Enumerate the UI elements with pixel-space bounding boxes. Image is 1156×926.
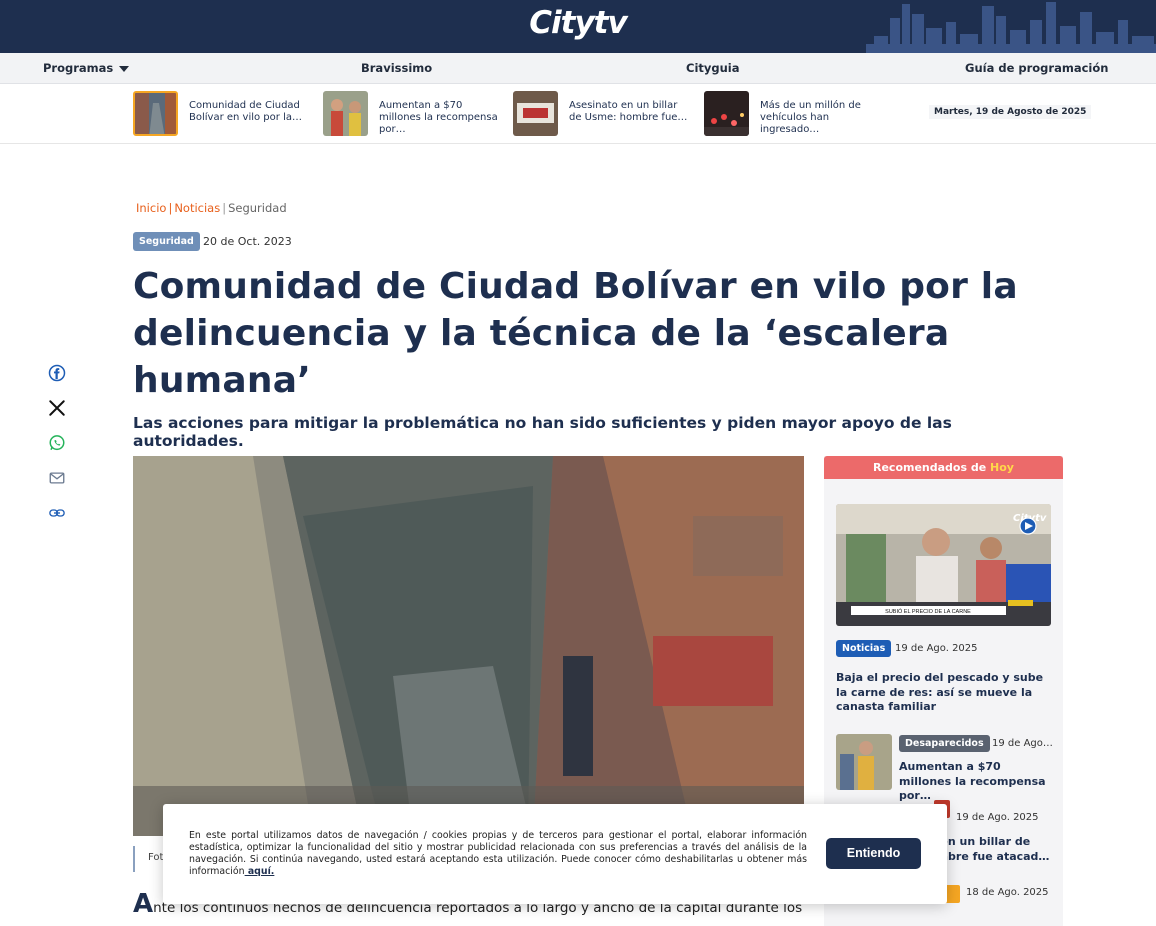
ticker-thumbnail — [704, 91, 749, 136]
image-caption: Fot — [148, 852, 164, 863]
drop-cap: A — [133, 889, 154, 919]
sidebar-header: Recomendados de Hoy — [824, 456, 1063, 479]
category-badge[interactable]: Seguridad — [133, 232, 200, 251]
main-nav: Programas Bravissimo Cityguia Guía de pr… — [0, 53, 1156, 84]
cookie-message: En este portal utilizamos datos de naveg… — [189, 830, 807, 877]
x-icon — [49, 400, 65, 416]
article-hero-image — [133, 456, 804, 836]
site-header: Citytv — [0, 0, 1156, 53]
sidebar-item-title[interactable]: o en un billar de ombre fue atacad… — [929, 835, 1059, 864]
sidebar-main-badge[interactable]: Noticias — [836, 640, 892, 657]
breadcrumb: Inicio | Noticias | Seguridad — [136, 201, 287, 215]
sidebar-header-highlight: Hoy — [990, 461, 1014, 474]
ticker-thumbnail — [133, 91, 178, 136]
current-date: Martes, 19 de Agosto de 2025 — [929, 105, 1092, 119]
ticker-headline: Aumentan a $70 millones la recompensa po… — [379, 100, 498, 135]
sidebar-main-image[interactable]: SUBIÓ EL PRECIO DE LA CARNE Citytv — [836, 504, 1051, 626]
ticker-thumbnail — [513, 91, 558, 136]
article-title: Comunidad de Ciudad Bolívar en vilo por … — [133, 266, 1018, 401]
sidebar-item-badge[interactable]: Desaparecidos — [899, 735, 990, 752]
cookie-banner: En este portal utilizamos datos de naveg… — [163, 804, 947, 904]
share-x[interactable] — [46, 397, 68, 419]
skyline-illustration — [866, 2, 1156, 53]
nav-programas-label: Programas — [43, 61, 114, 75]
nav-guia-programacion[interactable]: Guía de programación — [965, 61, 1108, 75]
cookie-text: En este portal utilizamos datos de naveg… — [189, 830, 807, 878]
chevron-down-icon — [119, 65, 130, 72]
sidebar-item-date: 18 de Ago. 2025 — [966, 887, 1049, 898]
facebook-icon — [48, 364, 66, 382]
breadcrumb-inicio[interactable]: Inicio — [136, 201, 166, 215]
sidebar-item-date: 19 de Ago. 2025 — [956, 812, 1039, 823]
sidebar-item-title[interactable]: Aumentan a $70 millones la recompensa po… — [899, 760, 1054, 804]
accept-cookies-button[interactable]: Entiendo — [826, 838, 921, 869]
share-facebook[interactable] — [46, 362, 68, 384]
article-subtitle: Las acciones para mitigar la problemátic… — [133, 414, 952, 450]
mail-icon — [49, 472, 65, 484]
link-icon — [49, 509, 65, 517]
share-mail[interactable] — [46, 467, 68, 489]
share-link[interactable] — [46, 502, 68, 524]
sidebar-main-date: 19 de Ago. 2025 — [895, 643, 978, 654]
ticker-thumbnail — [323, 91, 368, 136]
share-whatsapp[interactable] — [46, 432, 68, 454]
ticker-headline: Asesinato en un billar de Usme: hombre f… — [569, 100, 688, 123]
news-ticker: Comunidad de Ciudad Bolívar en vilo por … — [0, 84, 1156, 144]
breadcrumb-seguridad: Seguridad — [228, 201, 287, 215]
whatsapp-icon — [49, 435, 65, 451]
sidebar-item-thumb[interactable] — [836, 734, 892, 790]
nav-programas[interactable]: Programas — [43, 61, 130, 75]
article-date: 20 de Oct. 2023 — [203, 235, 292, 248]
nav-bravissimo[interactable]: Bravissimo — [361, 61, 432, 75]
ticker-headline: Comunidad de Ciudad Bolívar en vilo por … — [189, 100, 302, 123]
cookie-more-info-link[interactable]: aquí. — [245, 866, 275, 877]
sidebar-header-text: Recomendados de — [873, 461, 987, 474]
breadcrumb-noticias[interactable]: Noticias — [174, 201, 220, 215]
ticker-headline: Más de un millón de vehículos han ingres… — [760, 100, 861, 135]
sidebar-item-date: 19 de Ago… — [992, 738, 1053, 749]
nav-cityguia[interactable]: Cityguia — [686, 61, 740, 75]
sidebar-main-title[interactable]: Baja el precio del pescado y sube la car… — [836, 671, 1054, 715]
sidebar-image-caption: SUBIÓ EL PRECIO DE LA CARNE — [885, 608, 971, 615]
